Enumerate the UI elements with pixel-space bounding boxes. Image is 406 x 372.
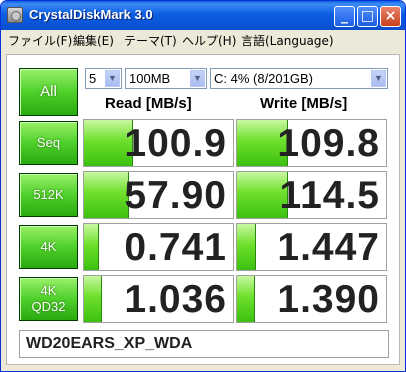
read-result-cell: 1.036 xyxy=(83,275,234,323)
menu-help[interactable]: ヘルプ(H) xyxy=(182,32,236,49)
read-result-cell: 0.741 xyxy=(83,223,234,271)
test-button[interactable]: Seq xyxy=(19,121,78,165)
close-button[interactable]: × xyxy=(380,6,401,27)
test-button-label: 4K xyxy=(40,283,57,298)
app-disk-icon xyxy=(7,7,23,23)
test-button-label: Seq xyxy=(36,135,61,150)
read-result-cell: 57.90 xyxy=(83,171,234,219)
chevron-down-icon: ▼ xyxy=(190,70,205,87)
test-button[interactable]: 512K xyxy=(19,173,78,217)
run-all-label: All xyxy=(40,83,57,100)
read-value: 1.036 xyxy=(124,278,227,321)
write-result-cell: 1.390 xyxy=(236,275,387,323)
minimize-button[interactable]: _ xyxy=(334,6,355,27)
read-value: 57.90 xyxy=(124,174,227,217)
read-value: 0.741 xyxy=(124,226,227,269)
menu-edit[interactable]: 編集(E) xyxy=(73,32,114,49)
drive-select[interactable]: C: 4% (8/201GB) ▼ xyxy=(210,68,388,89)
comment-text: WD20EARS_XP_WDA xyxy=(26,335,193,352)
write-result-cell: 1.447 xyxy=(236,223,387,271)
write-level-bar xyxy=(237,224,256,270)
chevron-down-icon: ▼ xyxy=(105,70,120,87)
test-button-label: QD32 xyxy=(31,299,66,314)
write-result-cell: 109.8 xyxy=(236,119,387,167)
read-result-cell: 100.9 xyxy=(83,119,234,167)
write-value: 1.390 xyxy=(277,278,380,321)
write-value: 1.447 xyxy=(277,226,380,269)
test-size-value: 100MB xyxy=(129,71,171,86)
menu-language[interactable]: 言語(Language) xyxy=(241,32,334,49)
test-button[interactable]: 4K xyxy=(19,225,78,269)
write-column-header: Write [MB/s] xyxy=(260,95,348,112)
read-level-bar xyxy=(84,224,99,270)
chevron-down-icon: ▼ xyxy=(371,70,386,87)
read-level-bar xyxy=(84,276,102,322)
write-value: 109.8 xyxy=(277,122,380,165)
title-bar[interactable]: CrystalDiskMark 3.0 _ □ × xyxy=(1,1,405,30)
maximize-button[interactable]: □ xyxy=(357,6,378,27)
write-value: 114.5 xyxy=(279,174,380,217)
test-button[interactable]: 4K QD32 xyxy=(19,277,78,321)
test-count-value: 5 xyxy=(89,71,97,86)
run-all-button[interactable]: All xyxy=(19,68,78,116)
app-window: CrystalDiskMark 3.0 _ □ × ファイル(F) 編集(E) … xyxy=(0,0,406,372)
test-count-select[interactable]: 5 ▼ xyxy=(85,68,122,89)
test-button-label: 4K xyxy=(40,239,57,254)
read-column-header: Read [MB/s] xyxy=(105,95,192,112)
test-size-select[interactable]: 100MB ▼ xyxy=(125,68,207,89)
menu-file[interactable]: ファイル(F) xyxy=(8,32,72,49)
test-button-label: 512K xyxy=(33,187,64,202)
window-title: CrystalDiskMark 3.0 xyxy=(29,7,153,22)
drive-value: C: 4% (8/201GB) xyxy=(214,71,313,86)
read-level-bar xyxy=(84,172,129,218)
write-result-cell: 114.5 xyxy=(236,171,387,219)
read-value: 100.9 xyxy=(124,122,227,165)
menu-theme[interactable]: テーマ(T) xyxy=(124,32,177,49)
menu-bar: ファイル(F) 編集(E) テーマ(T) ヘルプ(H) 言語(Language) xyxy=(1,30,405,50)
write-level-bar xyxy=(237,276,255,322)
comment-field[interactable]: WD20EARS_XP_WDA xyxy=(19,330,389,358)
